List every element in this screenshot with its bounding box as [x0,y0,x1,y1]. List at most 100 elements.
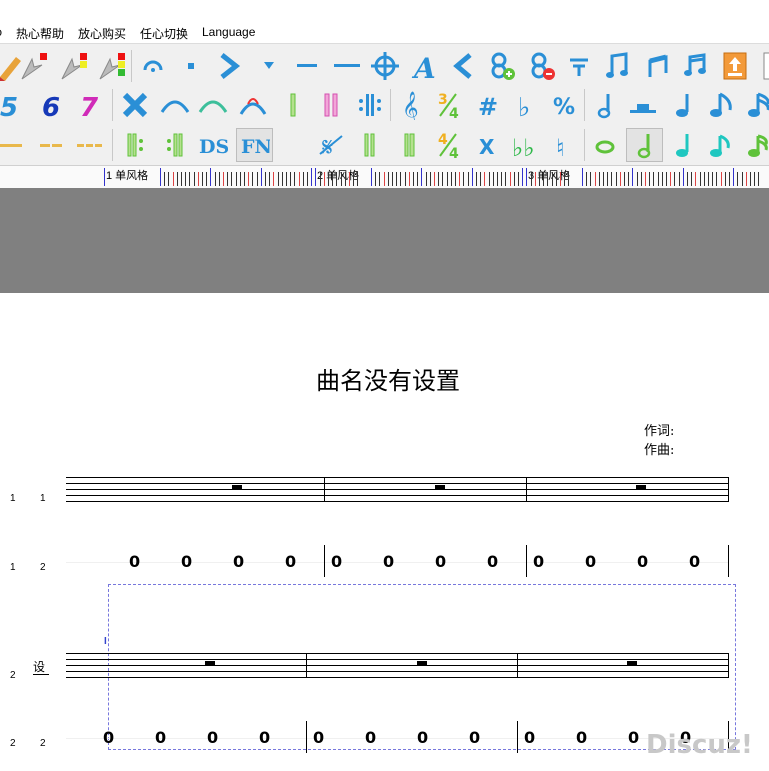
jianpu-note[interactable]: 0 [313,728,324,747]
eighth-note-icon[interactable] [704,88,738,122]
digit-5-icon[interactable]: 5 [0,88,26,122]
add-note-icon[interactable] [484,49,518,83]
page-icon[interactable] [758,49,769,83]
menu-item-buy[interactable]: 放心购买 [78,25,126,42]
cross-icon[interactable] [118,88,152,122]
jianpu-note[interactable]: 0 [487,552,498,571]
slur-icon[interactable] [158,88,192,122]
jianpu-note[interactable]: 0 [155,728,166,747]
menu-item-switch[interactable]: 任心切换 [140,25,188,42]
menu-item-language[interactable]: Language [202,25,255,39]
jianpu-note[interactable]: 0 [331,552,342,571]
jianpu-note[interactable]: 0 [207,728,218,747]
treble-clef-icon[interactable]: 𝄞 [394,88,428,122]
quarter-note-icon[interactable] [666,128,700,162]
whole-note-icon[interactable] [588,128,622,162]
arrow-red-icon[interactable] [16,49,50,83]
jianpu-note[interactable]: 0 [259,728,270,747]
jianpu-note[interactable]: 0 [524,728,535,747]
jianpu-note[interactable]: 0 [103,728,114,747]
quarter-note-icon[interactable] [666,88,700,122]
triangle-down-icon[interactable] [252,49,286,83]
rest-bar-icon[interactable] [626,88,660,122]
jianpu-note[interactable]: 0 [435,552,446,571]
sharp-icon[interactable]: # [470,88,504,122]
long-dash-icon[interactable] [330,49,364,83]
jianpu-note[interactable]: 0 [383,552,394,571]
half-note-icon[interactable] [626,128,663,162]
beam-icon[interactable] [640,49,674,83]
dot-icon[interactable] [174,49,208,83]
ds-icon[interactable]: DS [196,128,230,162]
jianpu-note[interactable]: 0 [533,552,544,571]
jianpu-note[interactable]: 0 [469,728,480,747]
selection-box[interactable] [108,584,736,750]
single-bar-icon[interactable] [276,88,310,122]
repeat-bar-icon[interactable] [352,88,386,122]
jianpu-note[interactable]: 0 [181,552,192,571]
whole-rest[interactable] [232,485,242,489]
score-title[interactable]: 曲名没有设置 [0,361,769,396]
natural-icon[interactable]: ♮ [546,128,580,162]
arrow-rgb-icon[interactable] [94,49,128,83]
percent-icon[interactable]: % [546,88,580,122]
jianpu-note[interactable]: 0 [417,728,428,747]
final-bar-icon[interactable] [392,128,426,162]
jianpu-note[interactable]: 0 [285,552,296,571]
bend-icon[interactable] [236,88,270,122]
whole-rest[interactable] [435,485,445,489]
whole-rest[interactable] [417,661,427,665]
ruler-tick [265,172,266,186]
underline2-icon[interactable] [34,128,68,162]
barline-icon[interactable] [352,128,386,162]
flat-icon[interactable]: ♭ [508,88,542,122]
sixteenth-note-icon[interactable] [742,88,769,122]
eighth-note-icon[interactable] [704,128,738,162]
double-bar-icon[interactable] [314,88,348,122]
arrow-redyellow-icon[interactable] [56,49,90,83]
measure-ruler[interactable]: 1 单风格 2 单风格 3 单风格 [0,165,769,189]
half-note-icon[interactable] [588,88,622,122]
whole-rest[interactable] [627,661,637,665]
track-area[interactable] [0,188,769,293]
underline3-icon[interactable] [72,128,106,162]
lines-icon[interactable] [562,49,596,83]
menu-item-partial[interactable]: ↄ [0,25,2,39]
dash-icon[interactable] [290,49,324,83]
instrument-label[interactable]: 设 [33,658,45,675]
remove-note-icon[interactable] [524,49,558,83]
whole-rest[interactable] [205,661,215,665]
repeat-start-icon[interactable] [118,128,152,162]
digit-6-icon[interactable]: 6 [34,88,68,122]
jianpu-note[interactable]: 0 [129,552,140,571]
accent-icon[interactable] [212,49,246,83]
fermata-icon[interactable] [136,49,170,83]
menu-item-help[interactable]: 热心帮助 [16,25,64,42]
jianpu-note[interactable]: 0 [585,552,596,571]
digit-7-icon[interactable]: 7 [72,88,106,122]
jianpu-note[interactable]: 0 [637,552,648,571]
jianpu-note[interactable]: 0 [576,728,587,747]
double-sharp-icon[interactable]: X [470,128,504,162]
jianpu-note[interactable]: 0 [233,552,244,571]
time-sig-34-icon[interactable]: 34 [432,88,466,122]
score-page[interactable]: 曲名没有设置 作词: 作曲: 1 1 1 2 2 2 2 0 0 0 0 0 0… [0,293,769,771]
whole-rest[interactable] [636,485,646,489]
fn-icon[interactable]: FN [236,128,273,162]
export-icon[interactable] [718,49,752,83]
crosshair-icon[interactable] [368,49,402,83]
repeat-end-icon[interactable] [158,128,192,162]
double-flat-icon[interactable]: ♭♭ [508,128,542,162]
eighth-pair-icon[interactable] [600,49,634,83]
sixteenth-note-icon[interactable] [742,128,769,162]
tie-icon[interactable] [196,88,230,122]
jianpu-note[interactable]: 0 [365,728,376,747]
segno-icon[interactable]: 𝄋 [314,128,348,162]
decrescendo-icon[interactable] [446,49,480,83]
jianpu-note[interactable]: 0 [689,552,700,571]
jianpu-note[interactable]: 0 [628,728,639,747]
text-a-icon[interactable]: A [408,49,442,83]
underline1-icon[interactable] [0,128,26,162]
time-sig-44-icon[interactable]: 44 [432,128,466,162]
sixteenth-icon[interactable] [678,49,712,83]
